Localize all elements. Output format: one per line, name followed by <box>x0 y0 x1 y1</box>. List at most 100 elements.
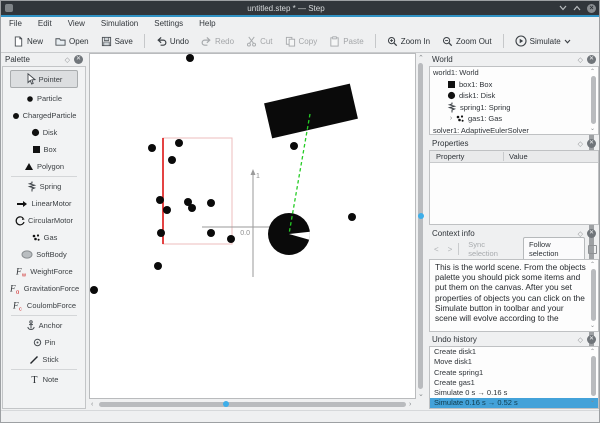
gas-region[interactable] <box>163 138 232 244</box>
close-panel-icon[interactable]: ✕ <box>587 335 596 344</box>
palette-item-polygon[interactable]: Polygon <box>10 158 78 175</box>
gas-particle[interactable] <box>156 196 164 204</box>
undo-scrollbar[interactable] <box>591 356 596 396</box>
scene-canvas[interactable]: 10.0 <box>89 53 416 399</box>
close-button[interactable]: × <box>587 4 596 13</box>
gas-particle[interactable] <box>290 142 298 150</box>
gas-particle[interactable] <box>168 156 176 164</box>
menu-help[interactable]: Help <box>191 17 223 30</box>
properties-columns[interactable]: Property Value <box>430 151 598 163</box>
redo-button[interactable]: Redo <box>195 34 240 49</box>
scroll-up-icon[interactable]: ⌃ <box>590 349 595 355</box>
gas-particle[interactable] <box>188 204 196 212</box>
scroll-down-icon[interactable]: ⌄ <box>590 398 595 404</box>
gas-particle[interactable] <box>207 229 215 237</box>
menu-edit[interactable]: Edit <box>30 17 60 30</box>
undo-item[interactable]: Create gas1 <box>430 378 598 388</box>
close-panel-icon[interactable]: ✕ <box>74 55 83 64</box>
follow-selection-button[interactable]: Follow selection <box>523 237 585 261</box>
scroll-up-icon[interactable]: ⌃ <box>418 55 424 62</box>
gas-particle[interactable] <box>148 144 156 152</box>
gas-particle[interactable] <box>154 262 162 270</box>
zoom-in-button[interactable]: Zoom In <box>381 34 436 49</box>
tree-item-world1[interactable]: world1: World <box>430 67 598 79</box>
canvas-vscrollbar[interactable]: ⌃ ⌄ <box>416 53 426 399</box>
palette-item-note[interactable]: TNote <box>10 371 78 388</box>
scroll-down-icon[interactable]: ⌄ <box>590 126 595 132</box>
tree-item-box1[interactable]: box1: Box <box>430 79 598 91</box>
undo-button[interactable]: Undo <box>150 34 195 49</box>
box-body[interactable] <box>264 84 358 139</box>
context-scrollbar[interactable] <box>591 269 596 321</box>
undo-item[interactable]: Create disk1 <box>430 347 598 357</box>
menu-settings[interactable]: Settings <box>146 17 191 30</box>
new-button[interactable]: New <box>7 34 49 49</box>
palette-item-weightforce[interactable]: FwWeightForce <box>10 263 78 280</box>
gas-particle[interactable] <box>227 235 235 243</box>
undo-item[interactable]: Create spring1 <box>430 368 598 378</box>
copy-button[interactable]: Copy <box>279 34 324 49</box>
menu-file[interactable]: File <box>1 17 30 30</box>
palette-item-softbody[interactable]: SoftBody <box>10 246 78 263</box>
save-button[interactable]: Save <box>95 34 139 49</box>
canvas-hscrollbar[interactable]: ‹ › <box>89 399 416 410</box>
gas-particle[interactable] <box>175 139 183 147</box>
scene-svg[interactable]: 10.0 <box>90 54 415 398</box>
value-column-header[interactable]: Value <box>504 152 528 161</box>
float-panel-icon[interactable]: ◇ <box>65 56 70 64</box>
tree-item-gas1[interactable]: ›gas1: Gas <box>430 113 598 125</box>
tree-item-solver1[interactable]: solver1: AdaptiveEulerSolver <box>430 125 598 137</box>
palette-item-gravitationforce[interactable]: FgGravitationForce <box>10 280 78 297</box>
gas-particle[interactable] <box>348 213 356 221</box>
palette-item-particle[interactable]: Particle <box>10 90 78 107</box>
palette-item-gas[interactable]: Gas <box>10 229 78 246</box>
palette-item-box[interactable]: Box <box>10 141 78 158</box>
minimize-button[interactable] <box>559 5 567 11</box>
float-panel-icon[interactable]: ◇ <box>578 140 583 148</box>
gas-particle[interactable] <box>157 229 165 237</box>
scroll-up-icon[interactable]: ⌃ <box>590 262 595 268</box>
undo-item[interactable]: Move disk1 <box>430 357 598 367</box>
undo-item[interactable]: Simulate 0.16 s → 0.52 s <box>430 398 598 408</box>
float-panel-icon[interactable]: ◇ <box>578 336 583 344</box>
palette-item-stick[interactable]: Stick <box>10 351 78 368</box>
palette-item-circularmotor[interactable]: CircularMotor <box>10 212 78 229</box>
expander-icon[interactable]: › <box>447 115 455 122</box>
menu-simulation[interactable]: Simulation <box>93 17 146 30</box>
close-panel-icon[interactable]: ✕ <box>587 229 596 238</box>
gas-particle[interactable] <box>207 199 215 207</box>
menu-view[interactable]: View <box>60 17 93 30</box>
tree-item-disk1[interactable]: disk1: Disk <box>430 90 598 102</box>
gas-particle[interactable] <box>90 286 98 294</box>
scroll-left-icon[interactable]: ‹ <box>91 401 93 408</box>
undo-item[interactable]: Simulate 0 s → 0.16 s <box>430 388 598 398</box>
scroll-down-icon[interactable]: ⌄ <box>590 323 595 329</box>
paste-button[interactable]: Paste <box>323 34 369 49</box>
palette-item-chargedparticle[interactable]: ChargedParticle <box>10 107 78 124</box>
palette-item-linearmotor[interactable]: LinearMotor <box>10 195 78 212</box>
simulate-button[interactable]: Simulate <box>509 33 577 49</box>
palette-item-anchor[interactable]: Anchor <box>10 317 78 334</box>
forward-button[interactable]: > <box>445 245 456 254</box>
scroll-down-icon[interactable]: ⌄ <box>418 391 424 398</box>
open-button[interactable]: Open <box>49 34 95 49</box>
sync-selection-button[interactable]: Sync selection <box>462 237 520 261</box>
titlebar[interactable]: untitled.step * — Step × <box>1 1 600 15</box>
zoom-out-button[interactable]: Zoom Out <box>436 34 498 49</box>
palette-item-spring[interactable]: Spring <box>10 178 78 195</box>
detach-icon[interactable] <box>588 245 597 254</box>
gas-particle[interactable] <box>186 54 194 62</box>
palette-item-pointer[interactable]: Pointer <box>10 70 78 88</box>
tree-item-spring1[interactable]: spring1: Spring <box>430 102 598 114</box>
gas-particles[interactable] <box>90 54 356 294</box>
float-panel-icon[interactable]: ◇ <box>578 56 583 64</box>
cut-button[interactable]: Cut <box>240 34 278 49</box>
close-panel-icon[interactable]: ✕ <box>587 55 596 64</box>
palette-item-disk[interactable]: Disk <box>10 124 78 141</box>
gas-particle[interactable] <box>163 206 171 214</box>
scroll-up-icon[interactable]: ⌃ <box>590 69 595 75</box>
back-button[interactable]: < <box>431 245 442 254</box>
world-scrollbar[interactable] <box>591 76 596 124</box>
maximize-button[interactable] <box>573 5 581 11</box>
property-column-header[interactable]: Property <box>430 152 504 161</box>
